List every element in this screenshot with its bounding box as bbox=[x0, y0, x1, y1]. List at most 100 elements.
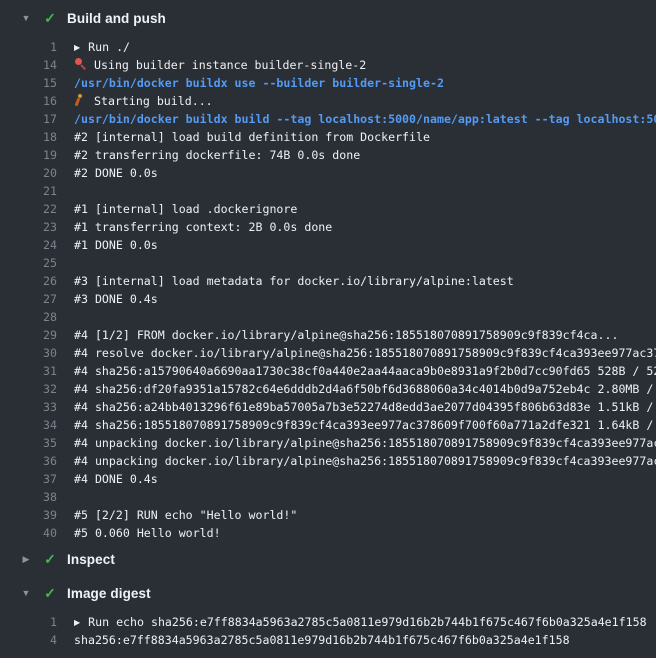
line-number[interactable]: 1 bbox=[0, 40, 57, 54]
log-line: 14 Using builder instance builder-single… bbox=[0, 56, 656, 74]
section-title: Inspect bbox=[67, 552, 115, 567]
line-number[interactable]: 17 bbox=[0, 112, 57, 126]
line-number[interactable]: 19 bbox=[0, 148, 57, 162]
line-text: #2 [internal] load build definition from… bbox=[57, 130, 656, 144]
pushpin-icon bbox=[74, 58, 87, 71]
check-icon: ✓ bbox=[42, 586, 58, 600]
log-line: 40 #5 0.060 Hello world! bbox=[0, 524, 656, 542]
line-text: /usr/bin/docker buildx use --builder bui… bbox=[57, 76, 656, 90]
line-text: #4 resolve docker.io/library/alpine@sha2… bbox=[57, 346, 656, 360]
log-line: 1 ▶Run echo sha256:e7ff8834a5963a2785c5a… bbox=[0, 613, 656, 631]
line-number[interactable]: 32 bbox=[0, 382, 57, 396]
line-text: #4 sha256:185518070891758909c9f839cf4ca3… bbox=[57, 418, 656, 432]
section-header[interactable]: ▼ ✓ Image digest bbox=[0, 580, 656, 606]
log-line: 30 #4 resolve docker.io/library/alpine@s… bbox=[0, 344, 656, 362]
section-header[interactable]: ▶ ✓ Inspect bbox=[0, 546, 656, 572]
line-number[interactable]: 25 bbox=[0, 256, 57, 270]
line-number[interactable]: 36 bbox=[0, 454, 57, 468]
log-line: 28 bbox=[0, 308, 656, 326]
line-number[interactable]: 33 bbox=[0, 400, 57, 414]
log-line: 29 #4 [1/2] FROM docker.io/library/alpin… bbox=[0, 326, 656, 344]
run-group-expand-icon[interactable]: ▶ bbox=[74, 43, 80, 52]
line-number[interactable]: 27 bbox=[0, 292, 57, 306]
section-title: Image digest bbox=[67, 586, 151, 601]
line-text: #4 sha256:a24bb4013296f61e89ba57005a7b3e… bbox=[57, 400, 656, 414]
log-line: 15 /usr/bin/docker buildx use --builder … bbox=[0, 74, 656, 92]
line-text: #5 [2/2] RUN echo "Hello world!" bbox=[57, 508, 656, 522]
log-line: 24 #1 DONE 0.0s bbox=[0, 236, 656, 254]
line-number[interactable]: 35 bbox=[0, 436, 57, 450]
line-number[interactable]: 16 bbox=[0, 94, 57, 108]
log-line: 37 #4 DONE 0.4s bbox=[0, 470, 656, 488]
line-number[interactable]: 1 bbox=[0, 615, 57, 629]
line-number[interactable]: 28 bbox=[0, 310, 57, 324]
log-section: ▼ ✓ Build and push 1 ▶Run ./ 14 Using bu… bbox=[0, 5, 656, 542]
section-header[interactable]: ▼ ✓ Build and push bbox=[0, 5, 656, 31]
line-text: sha256:e7ff8834a5963a2785c5a0811e979d16b… bbox=[57, 633, 656, 647]
log-line: 1 ▶Run ./ bbox=[0, 38, 656, 56]
log-viewer: ▼ ✓ Build and push 1 ▶Run ./ 14 Using bu… bbox=[0, 0, 656, 658]
log-line: 21 bbox=[0, 182, 656, 200]
log-line: 20 #2 DONE 0.0s bbox=[0, 164, 656, 182]
line-text: #1 [internal] load .dockerignore bbox=[57, 202, 656, 216]
log-line: 22 #1 [internal] load .dockerignore bbox=[0, 200, 656, 218]
line-number[interactable]: 30 bbox=[0, 346, 57, 360]
line-text: #4 DONE 0.4s bbox=[57, 472, 656, 486]
line-number[interactable]: 31 bbox=[0, 364, 57, 378]
log-line: 35 #4 unpacking docker.io/library/alpine… bbox=[0, 434, 656, 452]
line-text: Starting build... bbox=[57, 94, 656, 108]
line-text: #2 DONE 0.0s bbox=[57, 166, 656, 180]
log-line: 26 #3 [internal] load metadata for docke… bbox=[0, 272, 656, 290]
line-number[interactable]: 15 bbox=[0, 76, 57, 90]
log-line: 16 Starting build... bbox=[0, 92, 656, 110]
log-line: 33 #4 sha256:a24bb4013296f61e89ba57005a7… bbox=[0, 398, 656, 416]
chevron-toggle-icon: ▶ bbox=[19, 555, 33, 564]
line-number[interactable]: 38 bbox=[0, 490, 57, 504]
line-text: /usr/bin/docker buildx build --tag local… bbox=[57, 112, 656, 126]
line-text: ▶Run ./ bbox=[57, 40, 656, 54]
log-section: ▼ ✓ Image digest 1 ▶Run echo sha256:e7ff… bbox=[0, 580, 656, 649]
log-line: 4 sha256:e7ff8834a5963a2785c5a0811e979d1… bbox=[0, 631, 656, 649]
check-icon: ✓ bbox=[42, 11, 58, 25]
line-number[interactable]: 40 bbox=[0, 526, 57, 540]
line-text: #1 DONE 0.0s bbox=[57, 238, 656, 252]
run-group-expand-icon[interactable]: ▶ bbox=[74, 618, 80, 627]
line-number[interactable]: 22 bbox=[0, 202, 57, 216]
line-number[interactable]: 14 bbox=[0, 58, 57, 72]
line-number[interactable]: 26 bbox=[0, 274, 57, 288]
chevron-toggle-icon: ▼ bbox=[19, 589, 33, 598]
line-text: #3 [internal] load metadata for docker.i… bbox=[57, 274, 656, 288]
runner-icon bbox=[74, 94, 87, 107]
log-line: 27 #3 DONE 0.4s bbox=[0, 290, 656, 308]
log-line: 32 #4 sha256:df20fa9351a15782c64e6dddb2d… bbox=[0, 380, 656, 398]
line-number[interactable]: 34 bbox=[0, 418, 57, 432]
log-line: 38 bbox=[0, 488, 656, 506]
line-number[interactable]: 23 bbox=[0, 220, 57, 234]
line-text: #3 DONE 0.4s bbox=[57, 292, 656, 306]
line-text: #2 transferring dockerfile: 74B 0.0s don… bbox=[57, 148, 656, 162]
log-section: ▶ ✓ Inspect bbox=[0, 546, 656, 572]
line-number[interactable]: 18 bbox=[0, 130, 57, 144]
line-text: #5 0.060 Hello world! bbox=[57, 526, 656, 540]
line-number[interactable]: 21 bbox=[0, 184, 57, 198]
log-line: 39 #5 [2/2] RUN echo "Hello world!" bbox=[0, 506, 656, 524]
log-line: 31 #4 sha256:a15790640a6690aa1730c38cf0a… bbox=[0, 362, 656, 380]
line-number[interactable]: 37 bbox=[0, 472, 57, 486]
section-title: Build and push bbox=[67, 11, 166, 26]
line-number[interactable]: 4 bbox=[0, 633, 57, 647]
check-icon: ✓ bbox=[42, 552, 58, 566]
line-number[interactable]: 29 bbox=[0, 328, 57, 342]
line-text: #4 sha256:df20fa9351a15782c64e6dddb2d4a6… bbox=[57, 382, 656, 396]
log-line: 23 #1 transferring context: 2B 0.0s done bbox=[0, 218, 656, 236]
line-number[interactable]: 24 bbox=[0, 238, 57, 252]
line-text: ▶Run echo sha256:e7ff8834a5963a2785c5a08… bbox=[57, 615, 656, 629]
chevron-toggle-icon: ▼ bbox=[19, 14, 33, 23]
log-line: 19 #2 transferring dockerfile: 74B 0.0s … bbox=[0, 146, 656, 164]
line-number[interactable]: 20 bbox=[0, 166, 57, 180]
log-line: 17 /usr/bin/docker buildx build --tag lo… bbox=[0, 110, 656, 128]
line-text: Using builder instance builder-single-2 bbox=[57, 58, 656, 72]
line-text: #1 transferring context: 2B 0.0s done bbox=[57, 220, 656, 234]
line-text: #4 unpacking docker.io/library/alpine@sh… bbox=[57, 436, 656, 450]
section-log: 1 ▶Run ./ 14 Using builder instance buil… bbox=[0, 38, 656, 542]
line-number[interactable]: 39 bbox=[0, 508, 57, 522]
